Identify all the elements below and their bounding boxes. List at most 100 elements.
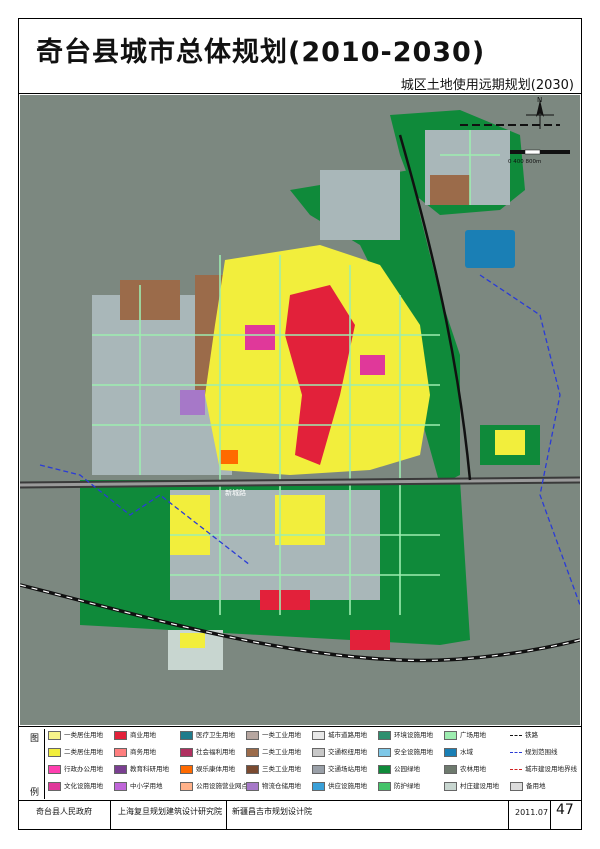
legend-item-label: 城市建设用地界线 — [525, 765, 577, 773]
legend-color-swatch — [114, 747, 127, 757]
legend-item: 广场用地 — [444, 730, 520, 740]
legend-item-label: 中小学用地 — [130, 782, 163, 790]
legend-line-swatch — [510, 734, 522, 736]
legend-item: 规划范围线 — [510, 747, 586, 757]
legend-item-label: 广场用地 — [460, 731, 486, 739]
legend-item-label: 教育科研用地 — [130, 765, 169, 773]
legend-item: 交通枢纽用地 — [312, 747, 388, 757]
legend-grid: 一类居住用地 二类居住用地行政办公用地 文化设施用地 商业用地商务用地教育科研用地 中小… — [48, 730, 580, 798]
legend-line-swatch — [510, 751, 522, 753]
legend-item: 三类工业用地 — [246, 764, 322, 774]
footer-separator-3 — [508, 801, 509, 829]
legend-color-swatch — [378, 730, 391, 740]
legend-color-swatch — [48, 764, 61, 774]
legend-item-label: 商业用地 — [130, 731, 156, 739]
legend-color-swatch — [48, 781, 61, 791]
reservoir — [465, 230, 515, 268]
map-canvas: 新城路 N 0 400 800m — [20, 95, 580, 725]
legend-item-label: 医疗卫生用地 — [196, 731, 235, 739]
legend-item-label: 商务用地 — [130, 748, 156, 756]
legend-item: 城市道路用地 — [312, 730, 388, 740]
scale-bar — [510, 149, 570, 155]
legend-heading: 图 例 — [26, 729, 45, 799]
legend-color-swatch — [246, 730, 259, 740]
public-facility-1 — [245, 325, 275, 350]
legend-item: 中小学用地 — [114, 781, 190, 791]
scale-label: 0 400 800m — [508, 159, 541, 165]
legend-heading-top: 图 — [30, 734, 40, 744]
footer-date: 2011.07 — [515, 808, 549, 817]
legend-item: 行政办公用地 — [48, 764, 124, 774]
legend-color-swatch — [246, 747, 259, 757]
legend-item-label: 一类工业用地 — [262, 731, 301, 739]
legend-color-swatch — [180, 781, 193, 791]
legend-line-swatch — [510, 768, 522, 770]
legend-color-swatch — [444, 730, 457, 740]
legend-item-label: 二类工业用地 — [262, 748, 301, 756]
north-label: N — [537, 96, 542, 104]
legend-color-swatch — [510, 781, 523, 791]
public-facility-2 — [360, 355, 385, 375]
legend-item-label: 文化设施用地 — [64, 782, 103, 790]
legend-item-label: 环境设施用地 — [394, 731, 433, 739]
legend-color-swatch — [48, 730, 61, 740]
legend-color-swatch — [378, 764, 391, 774]
recreation-site — [220, 450, 238, 464]
legend-color-swatch — [378, 781, 391, 791]
legend-top-divider — [18, 726, 582, 727]
legend-item-label: 农林用地 — [460, 765, 486, 773]
legend-item-label: 交通场站用地 — [328, 765, 367, 773]
legend-item: 备用地 — [510, 781, 586, 791]
footer-divider — [18, 800, 582, 801]
page-number: 47 — [556, 802, 574, 818]
legend-color-swatch — [246, 781, 259, 791]
legend-item-label: 城市道路用地 — [328, 731, 367, 739]
road-name-label: 新城路 — [225, 488, 246, 497]
legend-color-swatch — [114, 781, 127, 791]
legend-item: 社会福利用地 — [180, 747, 256, 757]
legend-item-label: 铁路 — [525, 731, 538, 739]
legend-color-swatch — [180, 730, 193, 740]
legend-item: 公用设施营业网点用地 — [180, 781, 256, 791]
south-residential-west — [170, 495, 210, 555]
page-title: 奇台县城市总体规划(2010-2030) — [36, 37, 486, 68]
legend-color-swatch — [378, 747, 391, 757]
legend-item: 水域 — [444, 747, 520, 757]
legend-color-swatch — [312, 747, 325, 757]
legend-item-label: 水域 — [460, 748, 473, 756]
legend-item-label: 公园绿地 — [394, 765, 420, 773]
legend-item: 二类工业用地 — [246, 747, 322, 757]
legend-item: 医疗卫生用地 — [180, 730, 256, 740]
legend-item: 物流仓储用地 — [246, 781, 322, 791]
legend-item: 环境设施用地 — [378, 730, 454, 740]
map-subtitle: 城区土地使用远期规划(2030) — [400, 78, 574, 93]
legend-item: 文化设施用地 — [48, 781, 124, 791]
legend-item-label: 娱乐康体用地 — [196, 765, 235, 773]
legend-item-label: 村庄建设用地 — [460, 782, 499, 790]
legend-item: 商务用地 — [114, 747, 190, 757]
legend-item: 一类居住用地 — [48, 730, 124, 740]
legend-item-label: 规划范围线 — [525, 748, 558, 756]
legend-item: 一类工业用地 — [246, 730, 322, 740]
legend-color-swatch — [444, 764, 457, 774]
legend-item: 交通场站用地 — [312, 764, 388, 774]
legend-item-label: 物流仓储用地 — [262, 782, 301, 790]
legend-item-label: 交通枢纽用地 — [328, 748, 367, 756]
title-divider — [18, 93, 582, 94]
legend-item: 防护绿地 — [378, 781, 454, 791]
legend-item: 教育科研用地 — [114, 764, 190, 774]
legend-item-label: 社会福利用地 — [196, 748, 235, 756]
legend-item: 铁路 — [510, 730, 586, 740]
legend-item-label: 供应设施用地 — [328, 782, 367, 790]
footer-separator-1 — [110, 801, 111, 829]
legend-item: 公园绿地 — [378, 764, 454, 774]
south-commercial — [260, 590, 310, 610]
legend-item: 二类居住用地 — [48, 747, 124, 757]
south-red-site — [350, 630, 390, 650]
legend-color-swatch — [180, 747, 193, 757]
legend-item-label: 二类居住用地 — [64, 748, 103, 756]
west-storage — [120, 280, 180, 320]
legend-color-swatch — [444, 781, 457, 791]
north-industrial — [320, 170, 400, 240]
footer-separator-4 — [550, 801, 551, 829]
